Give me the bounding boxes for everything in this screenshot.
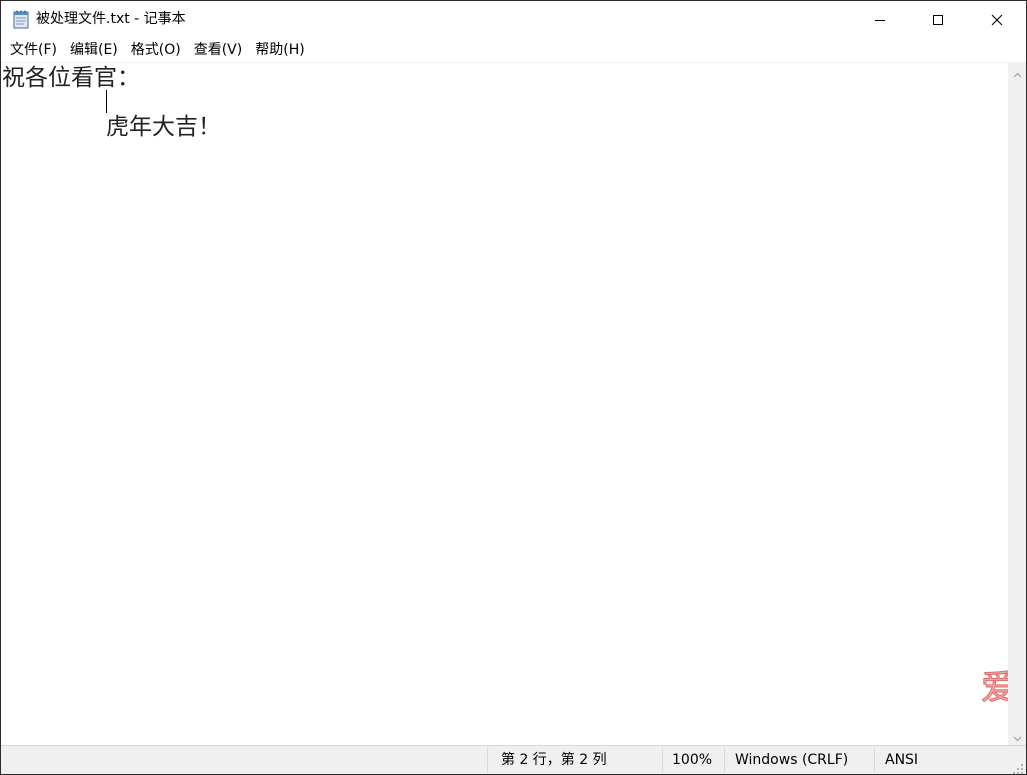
notepad-icon[interactable] — [12, 10, 30, 29]
chevron-up-icon — [1013, 63, 1022, 82]
cursor-position: 第 2 行，第 2 列 — [501, 752, 607, 768]
menu-bar: 文件(F) 编辑(E) 格式(O) 查看(V) 帮助(H) — [1, 38, 1026, 63]
status-bar: 第 2 行，第 2 列 100% Windows (CRLF) ANSI — [1, 745, 1026, 774]
watermark-stamp: 爱 — [981, 668, 1009, 709]
chevron-down-icon — [1013, 727, 1022, 746]
window-title: 被处理文件.txt - 记事本 — [36, 11, 186, 27]
close-button[interactable] — [968, 1, 1026, 38]
status-divider — [874, 748, 875, 772]
minimize-icon — [874, 14, 886, 26]
status-divider — [662, 748, 663, 772]
scroll-down-button[interactable] — [1008, 727, 1026, 745]
status-divider — [487, 748, 488, 772]
menu-format[interactable]: 格式(O) — [124, 40, 187, 60]
title-bar[interactable]: 被处理文件.txt - 记事本 — [1, 1, 1026, 38]
encoding: ANSI — [885, 752, 919, 768]
resize-grip-icon[interactable] — [1012, 760, 1024, 774]
editor-line-2[interactable]: 虎年大吉！ — [106, 113, 221, 141]
minimize-button[interactable] — [851, 1, 909, 38]
scroll-up-button[interactable] — [1008, 63, 1026, 81]
maximize-icon — [932, 14, 944, 26]
line-ending: Windows (CRLF) — [735, 752, 849, 768]
menu-edit[interactable]: 编辑(E) — [63, 40, 124, 60]
editor-line-1[interactable]: 祝各位看官： — [2, 64, 140, 92]
status-divider — [724, 748, 725, 772]
menu-help[interactable]: 帮助(H) — [248, 40, 310, 60]
menu-view[interactable]: 查看(V) — [187, 40, 249, 60]
maximize-button[interactable] — [909, 1, 967, 38]
menu-file[interactable]: 文件(F) — [3, 40, 63, 60]
close-icon — [991, 14, 1003, 26]
notepad-window: 被处理文件.txt - 记事本 文件(F) 编辑(E) 格式(O) 查看(V) … — [0, 0, 1027, 775]
vertical-scrollbar[interactable] — [1008, 63, 1026, 745]
text-editor[interactable]: 祝各位看官： 虎年大吉！ 爱 — [1, 63, 1008, 745]
zoom-level: 100% — [672, 752, 713, 768]
text-caret — [106, 90, 107, 113]
